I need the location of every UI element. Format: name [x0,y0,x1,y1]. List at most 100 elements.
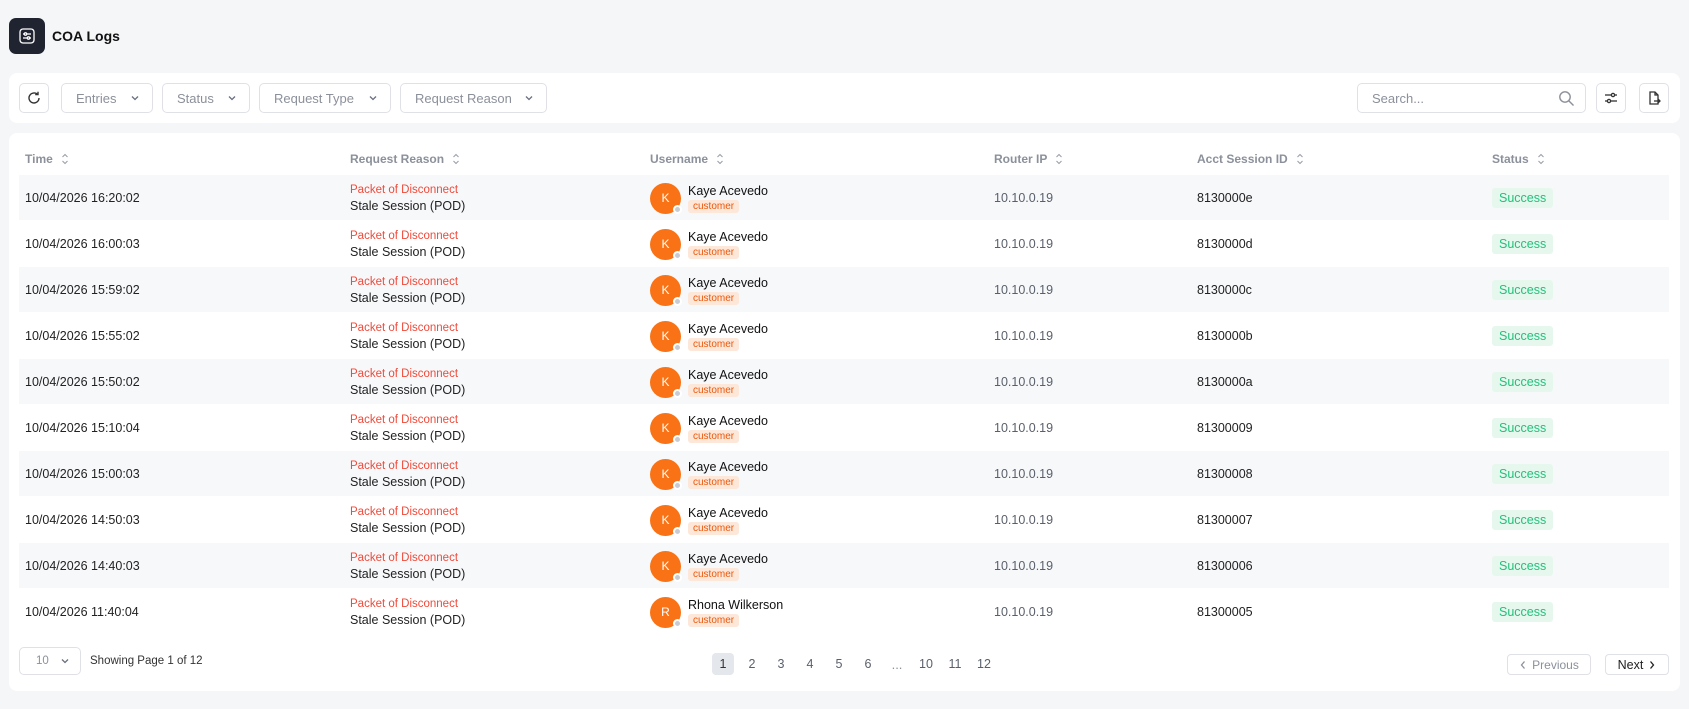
request-reason-cell: Packet of Disconnect Stale Session (POD) [350,451,465,497]
user-name[interactable]: Kaye Acevedo [688,276,768,290]
table-header: Time Request Reason Username Router IP A… [19,145,1669,173]
user-name[interactable]: Kaye Acevedo [688,368,768,382]
export-button[interactable] [1639,83,1669,113]
sort-icon [61,153,68,165]
page-button-2[interactable]: 2 [741,653,763,675]
toolbar: Entries Status Request Type Request Reas… [9,73,1680,123]
acct-session-id-cell: 81300007 [1197,513,1253,527]
user-name[interactable]: Kaye Acevedo [688,322,768,336]
request-reason-cell: Packet of Disconnect Stale Session (POD) [350,221,465,267]
column-header-time[interactable]: Time [25,145,69,173]
search-input[interactable] [1372,90,1558,106]
column-header-username[interactable]: Username [650,145,724,173]
column-header-status[interactable]: Status [1492,145,1545,173]
request-reason-cell: Packet of Disconnect Stale Session (POD) [350,405,465,451]
username-cell: K Kaye Acevedo customer [650,267,768,313]
username-cell: K Kaye Acevedo customer [650,405,768,451]
column-header-request-reason[interactable]: Request Reason [350,145,460,173]
page-button-1[interactable]: 1 [712,653,734,675]
table-row[interactable]: 10/04/2026 14:40:03 Packet of Disconnect S… [19,543,1669,589]
status-filter[interactable]: Status [162,83,250,113]
page-button-4[interactable]: 4 [799,653,821,675]
user-name[interactable]: Kaye Acevedo [688,184,768,198]
avatar: R [650,596,682,628]
request-reason-cell: Packet of Disconnect Stale Session (POD) [350,497,465,543]
role-badge: customer [688,521,740,535]
user-name[interactable]: Kaye Acevedo [688,230,768,244]
request-type-filter[interactable]: Request Type [259,83,391,113]
chevron-down-icon [525,96,533,101]
table-row[interactable]: 10/04/2026 11:40:04 Packet of Disconnect S… [19,589,1669,635]
role-badge: customer [688,567,740,581]
chevron-down-icon [369,96,377,101]
user-name[interactable]: Kaye Acevedo [688,506,768,520]
acct-session-id-cell: 81300006 [1197,559,1253,573]
status-badge: Success [1492,326,1554,346]
table-row[interactable]: 10/04/2026 15:10:04 Packet of Disconnect S… [19,405,1669,451]
request-reason-filter[interactable]: Request Reason [400,83,547,113]
time-cell: 10/04/2026 15:59:02 [25,283,140,297]
table-row[interactable]: 10/04/2026 15:00:03 Packet of Disconnect S… [19,451,1669,497]
time-cell: 10/04/2026 15:50:02 [25,375,140,389]
user-name[interactable]: Kaye Acevedo [688,460,768,474]
chevron-left-icon [1520,660,1526,669]
time-cell: 10/04/2026 15:55:02 [25,329,140,343]
page-button-11[interactable]: 11 [944,653,966,675]
table-body: 10/04/2026 16:20:02 Packet of Disconnect S… [19,175,1669,635]
export-file-icon [1649,91,1661,105]
request-reason-label: Stale Session (POD) [350,566,466,581]
acct-session-id-cell: 8130000c [1197,283,1252,297]
page-button-5[interactable]: 5 [828,653,850,675]
next-button[interactable]: Next [1605,654,1669,675]
user-name[interactable]: Kaye Acevedo [688,552,768,566]
username-cell: K Kaye Acevedo customer [650,451,768,497]
status-cell: Success [1492,267,1554,313]
status-badge: Success [1492,464,1554,484]
page-button-10[interactable]: 10 [915,653,937,675]
acct-session-id-cell: 81300005 [1197,605,1253,619]
user-name[interactable]: Rhona Wilkerson [688,598,783,612]
page-header: COA Logs [9,18,120,54]
column-header-router-ip[interactable]: Router IP [994,145,1063,173]
request-reason-label: Stale Session (POD) [350,474,466,489]
table-row[interactable]: 10/04/2026 15:55:02 Packet of Disconnect S… [19,313,1669,359]
status-cell: Success [1492,543,1554,589]
username-cell: K Kaye Acevedo customer [650,221,768,267]
presence-dot [673,296,682,306]
username-cell: K Kaye Acevedo customer [650,543,768,589]
entries-filter[interactable]: Entries [61,83,153,113]
role-badge: customer [688,613,740,627]
avatar: K [650,366,682,398]
table-row[interactable]: 10/04/2026 14:50:03 Packet of Disconnect S… [19,497,1669,543]
user-name[interactable]: Kaye Acevedo [688,414,768,428]
status-cell: Success [1492,589,1554,635]
request-reason-cell: Packet of Disconnect Stale Session (POD) [350,267,465,313]
sliders-icon [1605,92,1617,104]
acct-session-id-cell: 8130000a [1197,375,1253,389]
previous-button[interactable]: Previous [1507,654,1591,675]
chevron-down-icon [228,96,236,101]
table-row[interactable]: 10/04/2026 15:50:02 Packet of Disconnect S… [19,359,1669,405]
request-reason-label: Stale Session (POD) [350,336,466,351]
page-button-3[interactable]: 3 [770,653,792,675]
page-size-select[interactable]: 10 [19,647,81,675]
request-type-label: Packet of Disconnect [350,275,459,288]
page-button-12[interactable]: 12 [973,653,995,675]
page-button-6[interactable]: 6 [857,653,879,675]
presence-dot [673,618,682,628]
search-icon[interactable] [1558,90,1575,107]
refresh-button[interactable] [19,83,49,113]
table-row[interactable]: 10/04/2026 15:59:02 Packet of Disconnect S… [19,267,1669,313]
router-ip-cell: 10.10.0.19 [994,421,1054,435]
table-row[interactable]: 10/04/2026 16:20:02 Packet of Disconnect S… [19,175,1669,221]
username-cell: K Kaye Acevedo customer [650,313,768,359]
sort-icon [717,153,723,165]
request-reason-label: Stale Session (POD) [350,382,466,397]
refresh-icon [28,91,40,104]
column-header-acct-session-id[interactable]: Acct Session ID [1197,145,1304,173]
presence-dot [673,526,682,536]
avatar: K [650,320,682,352]
table-row[interactable]: 10/04/2026 16:00:03 Packet of Disconnect S… [19,221,1669,267]
time-cell: 10/04/2026 15:00:03 [25,467,140,481]
column-settings-button[interactable] [1596,83,1626,113]
